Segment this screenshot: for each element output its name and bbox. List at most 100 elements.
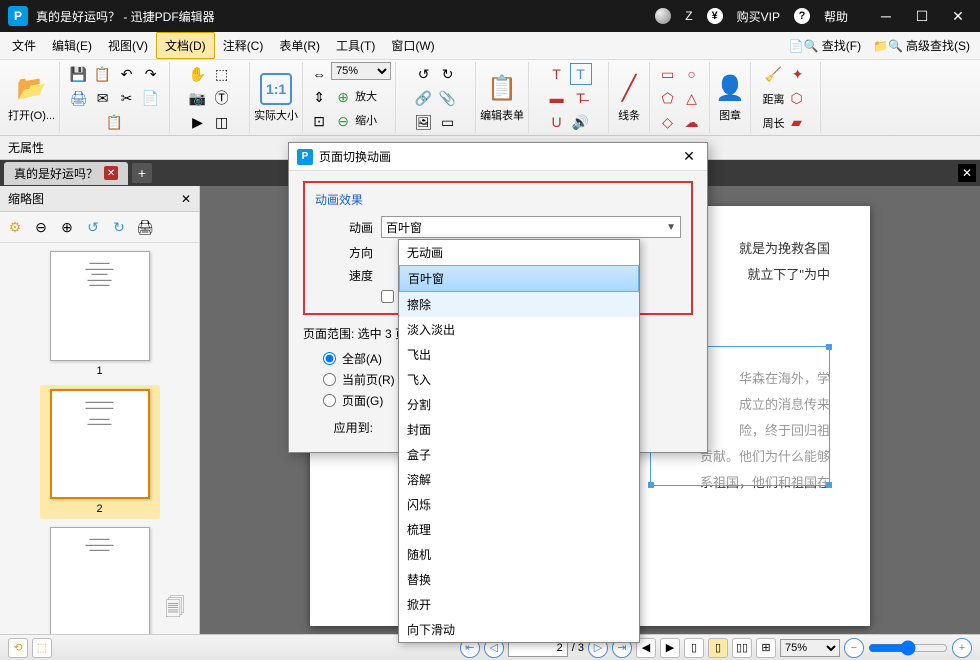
rotate-left-icon[interactable]: ↺	[413, 63, 435, 85]
polygon-icon[interactable]: ⬠	[657, 87, 679, 109]
zoom-out-icon[interactable]: ⊖	[332, 111, 354, 133]
text-box-icon[interactable]: T	[570, 63, 592, 85]
diamond-icon[interactable]: ◇	[657, 111, 679, 133]
copy-icon[interactable]: 📄	[140, 87, 162, 109]
close-button[interactable]: ✕	[944, 4, 972, 28]
camera-icon[interactable]: 📷	[187, 87, 209, 109]
animation-combo[interactable]: 百叶窗 ▼	[381, 216, 681, 238]
range-all-radio[interactable]	[323, 352, 336, 365]
rotate-ccw-icon[interactable]: ↺	[82, 216, 104, 238]
zoom-in-icon[interactable]: ⊕	[332, 87, 354, 109]
fit-height-icon[interactable]: ⇕	[308, 87, 330, 109]
cloud-icon[interactable]: ☁	[681, 111, 703, 133]
select-icon[interactable]: ⬚	[211, 63, 233, 85]
menu-file[interactable]: 文件	[4, 33, 44, 58]
menu-form[interactable]: 表单(R)	[271, 33, 328, 58]
area-icon[interactable]: ▰	[786, 111, 808, 133]
star-icon[interactable]: ✦	[787, 63, 809, 85]
rotate-cw-icon[interactable]: ↻	[108, 216, 130, 238]
menu-view[interactable]: 视图(V)	[100, 33, 156, 58]
dropdown-item[interactable]: 盒子	[399, 442, 639, 467]
speed-checkbox[interactable]	[381, 290, 394, 303]
gear-icon[interactable]: ⚙	[4, 216, 26, 238]
continuous-facing-icon[interactable]: ⊞	[756, 638, 776, 658]
thumbnail-item[interactable]: ▬▬▬▬▬▬▬▬▬▬▬▬▬▬▬▬▬ 3	[40, 527, 160, 634]
image-icon[interactable]: 🖼	[413, 111, 435, 133]
range-current-radio[interactable]	[323, 373, 336, 386]
link-icon[interactable]: 🔗	[413, 87, 435, 109]
circle-icon[interactable]: ○	[681, 63, 703, 85]
edit-form-icon[interactable]: 📋	[486, 73, 518, 105]
dropdown-item[interactable]: 闪烁	[399, 492, 639, 517]
menu-document[interactable]: 文档(D)	[156, 32, 215, 59]
range-pages-radio[interactable]	[323, 394, 336, 407]
find-button[interactable]: 📄🔍 查找(F)	[783, 35, 867, 56]
dropdown-item[interactable]: 替换	[399, 567, 639, 592]
paste-icon[interactable]: 📋	[104, 111, 126, 133]
open-icon[interactable]: 📂	[16, 73, 48, 105]
minimize-button[interactable]: ─	[872, 4, 900, 28]
dropdown-item[interactable]: 掀开	[399, 592, 639, 617]
add-tab-button[interactable]: +	[132, 163, 152, 183]
print-icon[interactable]: 🖨	[68, 87, 90, 109]
cut-icon[interactable]: ✂	[116, 87, 138, 109]
menu-tools[interactable]: 工具(T)	[328, 33, 383, 58]
speaker-icon[interactable]: 🔊	[570, 111, 592, 133]
save-as-icon[interactable]: 📋	[92, 63, 114, 85]
actual-size-icon[interactable]: 1:1	[260, 73, 292, 105]
globe-icon[interactable]	[655, 8, 671, 24]
page-icon[interactable]: ▭	[437, 111, 459, 133]
facing-page-icon[interactable]: ▯▯	[732, 638, 752, 658]
zoom-slider[interactable]	[868, 640, 948, 656]
fit-width-icon[interactable]: ⇔	[308, 63, 330, 85]
user-label[interactable]: Z	[685, 9, 692, 23]
resize-handle[interactable]	[826, 482, 832, 488]
single-page-icon[interactable]: ▯	[684, 638, 704, 658]
tabbar-close-icon[interactable]: ✕	[958, 164, 976, 182]
resize-handle[interactable]	[826, 344, 832, 350]
dropdown-item[interactable]: 梳理	[399, 517, 639, 542]
dialog-close-button[interactable]: ✕	[679, 147, 699, 167]
dropdown-item[interactable]: 无动画	[399, 240, 639, 265]
email-icon[interactable]: ✉	[92, 87, 114, 109]
attachment-icon[interactable]: 📎	[437, 87, 459, 109]
underline-icon[interactable]: U	[546, 111, 568, 133]
menu-comment[interactable]: 注释(C)	[215, 33, 272, 58]
strikethrough-icon[interactable]: T̶	[570, 87, 592, 109]
tab-close-icon[interactable]: ✕	[104, 166, 118, 180]
dropdown-item[interactable]: 飞出	[399, 342, 639, 367]
dropdown-item[interactable]: 百叶窗	[399, 265, 639, 292]
dropdown-item[interactable]: 封面	[399, 417, 639, 442]
dropdown-item[interactable]: 分割	[399, 392, 639, 417]
dropdown-item[interactable]: 随机	[399, 542, 639, 567]
eraser-icon[interactable]: 🧹	[763, 63, 785, 85]
save-icon[interactable]: 💾	[68, 63, 90, 85]
menu-window[interactable]: 窗口(W)	[383, 33, 442, 58]
sidebar-close-icon[interactable]: ✕	[181, 192, 191, 206]
maximize-button[interactable]: ☐	[908, 4, 936, 28]
undo-icon[interactable]: ↶	[116, 63, 138, 85]
fit-page-icon[interactable]: ⊡	[308, 111, 330, 133]
dropdown-item[interactable]: 飞入	[399, 367, 639, 392]
triangle-icon[interactable]: △	[681, 87, 703, 109]
resize-handle[interactable]	[648, 482, 654, 488]
crop-icon[interactable]: ◫	[211, 111, 233, 133]
thumb-zoom-out-icon[interactable]: ⊖	[30, 216, 52, 238]
hand-icon[interactable]: ✋	[187, 63, 209, 85]
continuous-page-icon[interactable]: ▯	[708, 638, 728, 658]
thumbnails-list[interactable]: ▬▬▬▬▬▬▬▬▬▬▬▬▬▬▬▬▬▬▬▬▬▬▬▬▬▬▬ 1 ▬▬▬▬▬▬▬▬▬▬…	[0, 243, 199, 634]
perimeter-label[interactable]: 周长	[763, 115, 785, 131]
dropdown-item[interactable]: 淡入淡出	[399, 317, 639, 342]
dropdown-item[interactable]: 溶解	[399, 467, 639, 492]
distance-label[interactable]: 距离	[763, 91, 785, 107]
nav-fwd-button[interactable]: ▶	[660, 638, 680, 658]
rotate-right-icon[interactable]: ↻	[437, 63, 459, 85]
highlight-icon[interactable]: ▬	[546, 87, 568, 109]
text-select-icon[interactable]: Ⓣ	[211, 87, 233, 109]
zoom-out-status-button[interactable]: −	[844, 638, 864, 658]
dialog-titlebar[interactable]: P 页面切换动画 ✕	[289, 143, 707, 171]
menu-edit[interactable]: 编辑(E)	[44, 33, 100, 58]
sb-tool2-icon[interactable]: ⬚	[32, 638, 52, 658]
print-thumb-icon[interactable]: 🖨	[134, 216, 156, 238]
zoom-select[interactable]: 75%	[331, 62, 391, 80]
